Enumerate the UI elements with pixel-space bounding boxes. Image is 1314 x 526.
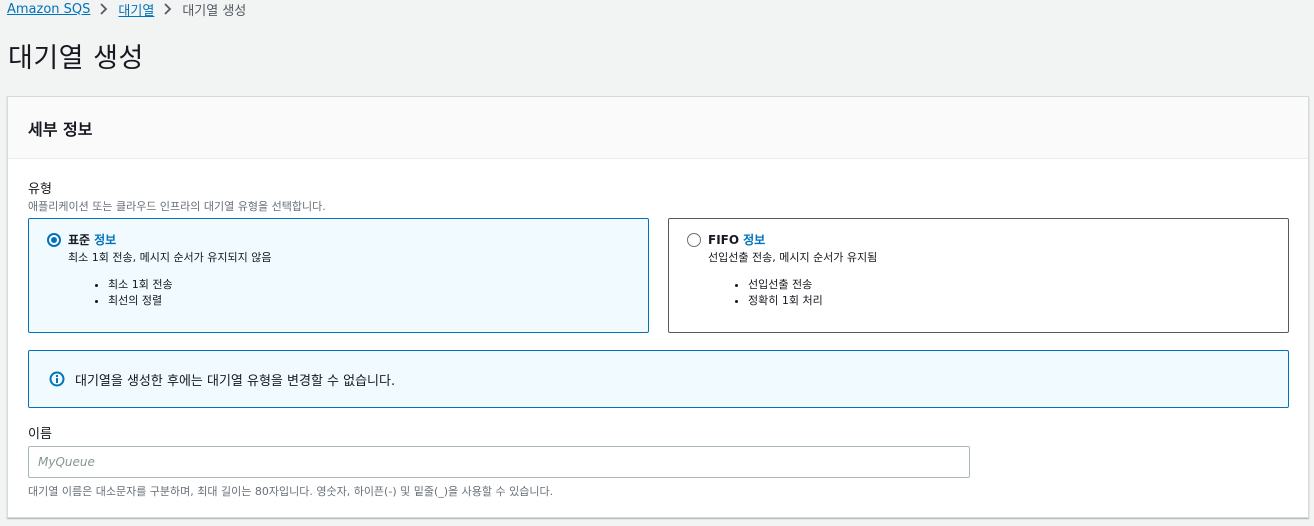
- fifo-info-link[interactable]: 정보: [743, 233, 765, 247]
- info-alert-text: 대기열을 생성한 후에는 대기열 유형을 변경할 수 없습니다.: [75, 373, 396, 389]
- standard-label: 표준: [68, 233, 91, 247]
- queue-name-input[interactable]: [28, 446, 970, 478]
- fifo-description: 선입선출 전송, 메시지 순서가 유지됨: [708, 251, 878, 264]
- standard-description: 최소 1회 전송, 메시지 순서가 유지되지 않음: [68, 251, 272, 264]
- info-circle-icon: [49, 371, 65, 387]
- type-field-description: 애플리케이션 또는 클라우드 인프라의 대기열 유형을 선택합니다.: [28, 200, 326, 213]
- panel-header: 세부 정보: [8, 97, 1308, 159]
- panel-title: 세부 정보: [28, 119, 93, 139]
- list-item: 선입선출 전송: [748, 277, 823, 293]
- fifo-label: FIFO: [708, 233, 740, 247]
- queue-type-standard-tile[interactable]: 표준정보 최소 1회 전송, 메시지 순서가 유지되지 않음 최소 1회 전송 …: [28, 218, 649, 333]
- standard-radio[interactable]: [47, 233, 61, 247]
- breadcrumb-current: 대기열 생성: [182, 3, 247, 19]
- breadcrumb-link-queues[interactable]: 대기열: [118, 0, 154, 19]
- chevron-right-icon: [163, 3, 173, 15]
- name-field-label: 이름: [28, 427, 52, 442]
- standard-info-link[interactable]: 정보: [94, 233, 116, 247]
- fifo-radio[interactable]: [687, 233, 701, 247]
- info-alert: 대기열을 생성한 후에는 대기열 유형을 변경할 수 없습니다.: [28, 350, 1289, 408]
- standard-title: 표준 정보: [68, 231, 116, 248]
- queue-type-fifo-tile[interactable]: FIFO정보 선입선출 전송, 메시지 순서가 유지됨 선입선출 전송 정확히 …: [668, 218, 1289, 333]
- breadcrumb: Amazon SQS 대기열 대기열 생성: [7, 0, 247, 19]
- list-item: 최선의 정렬: [108, 293, 173, 309]
- details-panel: 세부 정보 유형 애플리케이션 또는 클라우드 인프라의 대기열 유형을 선택합…: [7, 96, 1309, 518]
- fifo-bullets: 선입선출 전송 정확히 1회 처리: [734, 277, 823, 309]
- list-item: 정확히 1회 처리: [748, 293, 823, 309]
- type-field-label: 유형: [28, 182, 52, 197]
- page-title: 대기열 생성: [8, 43, 144, 74]
- standard-bullets: 최소 1회 전송 최선의 정렬: [94, 277, 173, 309]
- breadcrumb-link-sqs[interactable]: Amazon SQS: [7, 2, 90, 17]
- chevron-right-icon: [99, 3, 109, 15]
- fifo-title: FIFO 정보: [708, 231, 765, 248]
- name-field-constraint: 대기열 이름은 대소문자를 구분하며, 최대 길이는 80자입니다. 영숫자, …: [28, 485, 554, 498]
- list-item: 최소 1회 전송: [108, 277, 173, 293]
